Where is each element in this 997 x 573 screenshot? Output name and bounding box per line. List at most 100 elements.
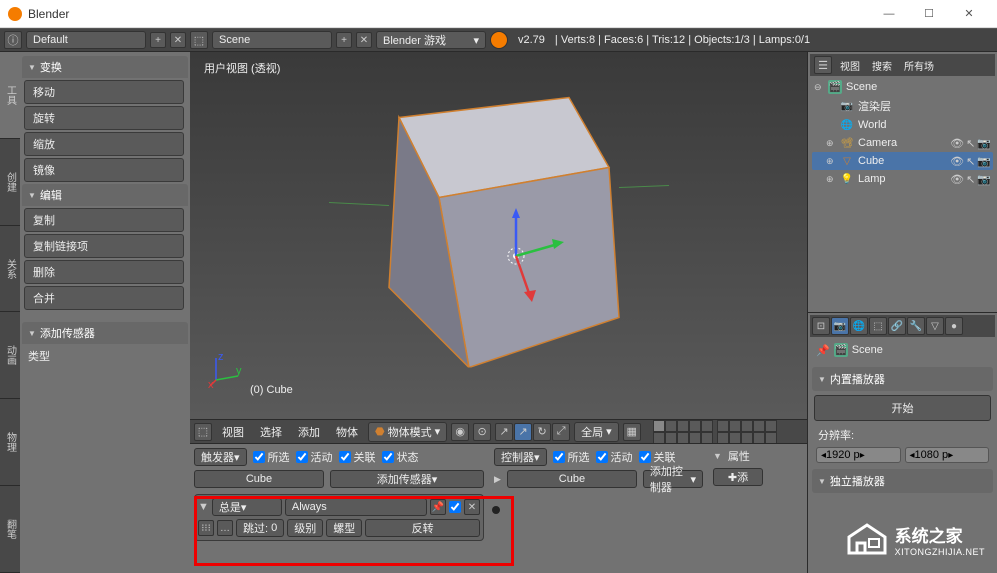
- rotate-button[interactable]: 旋转: [24, 106, 184, 130]
- manipulator-rotate-icon[interactable]: ↻: [533, 423, 551, 441]
- remove-scene-button[interactable]: ✕: [356, 32, 372, 48]
- join-button[interactable]: 合并: [24, 286, 184, 310]
- section-player[interactable]: 内置播放器: [812, 367, 993, 391]
- controllers-dropdown[interactable]: 控制器 ▾: [494, 448, 547, 466]
- scale-button[interactable]: 缩放: [24, 132, 184, 156]
- section-standalone[interactable]: 独立播放器: [812, 469, 993, 493]
- layer-buttons[interactable]: [653, 420, 777, 444]
- tab-grease[interactable]: 翻笔: [0, 486, 20, 573]
- layers-icon[interactable]: ▦: [623, 423, 641, 441]
- breadcrumb-scene[interactable]: Scene: [852, 344, 883, 356]
- pin-icon[interactable]: 📌: [816, 344, 830, 357]
- start-button[interactable]: 开始: [814, 395, 991, 421]
- scene-browse-icon[interactable]: ⬚: [190, 31, 208, 49]
- menu-select[interactable]: 选择: [254, 424, 288, 440]
- cursor-icon[interactable]: ↖: [966, 137, 975, 150]
- tree-renderlayers[interactable]: 📷渲染层: [812, 96, 993, 116]
- tree-cube[interactable]: ⊕▽Cube 👁↖📷: [812, 152, 993, 170]
- transform-manipulator[interactable]: [486, 206, 576, 309]
- maximize-button[interactable]: ☐: [909, 0, 949, 28]
- add-controller-dropdown[interactable]: 添加控制器 ▾: [643, 470, 703, 488]
- add-layout-button[interactable]: +: [150, 32, 166, 48]
- panel-add-sensor-header[interactable]: 添加传感器: [22, 322, 188, 344]
- pivot-icon[interactable]: ⊙: [473, 423, 491, 441]
- ptab-render-icon[interactable]: ⊡: [812, 317, 830, 335]
- 3d-viewport[interactable]: 用户视图 (透视): [190, 52, 807, 419]
- sensors-dropdown[interactable]: 触发器 ▾: [194, 448, 247, 466]
- delete-button[interactable]: 删除: [24, 260, 184, 284]
- cb-sensors-act[interactable]: 活动: [296, 449, 333, 465]
- tab-tools[interactable]: 工具: [0, 52, 20, 139]
- eye-icon[interactable]: 👁: [950, 155, 964, 168]
- tab-relations[interactable]: 关系: [0, 226, 20, 313]
- tab-physics[interactable]: 物理: [0, 399, 20, 486]
- outliner-editor-icon[interactable]: ☰: [814, 56, 832, 74]
- eye-icon[interactable]: 👁: [950, 173, 964, 186]
- ptab-material-icon[interactable]: ●: [945, 317, 963, 335]
- res-width-field[interactable]: ◂ 1920 p ▸: [816, 447, 901, 463]
- cb-sensors-link[interactable]: 关联: [339, 449, 376, 465]
- tree-camera[interactable]: ⊕📽Camera 👁↖📷: [812, 134, 993, 152]
- outliner-menu-search[interactable]: 搜索: [868, 58, 896, 73]
- menu-add[interactable]: 添加: [292, 424, 326, 440]
- screen-layout-field[interactable]: Default: [26, 31, 146, 49]
- outliner-menu-all[interactable]: 所有场: [900, 58, 938, 73]
- ptab-constraints-icon[interactable]: 🔗: [888, 317, 906, 335]
- cursor-icon[interactable]: ↖: [966, 173, 975, 186]
- editor-type-icon[interactable]: ⓘ: [4, 31, 22, 49]
- svg-text:z: z: [218, 352, 224, 363]
- render-icon[interactable]: 📷: [977, 155, 991, 168]
- manipulator-scale-icon[interactable]: ⤢: [552, 423, 570, 441]
- menu-object[interactable]: 物体: [330, 424, 364, 440]
- ptab-data-icon[interactable]: ▽: [926, 317, 944, 335]
- tree-scene[interactable]: ⊖🎬Scene: [812, 78, 993, 96]
- remove-layout-button[interactable]: ✕: [170, 32, 186, 48]
- close-button[interactable]: ✕: [949, 0, 989, 28]
- expand-ctrl-icon[interactable]: ▶: [494, 474, 501, 485]
- minimize-button[interactable]: —: [869, 0, 909, 28]
- manipulator-toggle-icon[interactable]: ↗: [495, 423, 513, 441]
- expand-props-icon[interactable]: ▼: [713, 451, 722, 461]
- window-title: Blender: [28, 7, 869, 21]
- ptab-world-icon[interactable]: 🌐: [850, 317, 868, 335]
- add-property-button[interactable]: ✚ 添: [713, 468, 763, 486]
- viewport-header: ⬚ 视图 选择 添加 物体 ⬣物体模式▾ ◉ ⊙ ↗ ↗ ↻ ⤢ 全局▾ ▦: [190, 419, 807, 443]
- cursor-icon[interactable]: ↖: [966, 155, 975, 168]
- add-scene-button[interactable]: +: [336, 32, 352, 48]
- tab-create[interactable]: 创建: [0, 139, 20, 226]
- manipulator-translate-icon[interactable]: ↗: [514, 423, 532, 441]
- cb-ctrl-sel[interactable]: 所选: [553, 449, 590, 465]
- duplicate-linked-button[interactable]: 复制链接项: [24, 234, 184, 258]
- version-label: v2.79: [518, 34, 545, 46]
- add-sensor-dropdown[interactable]: 添加传感器 ▾: [330, 470, 484, 488]
- outliner-menu-view[interactable]: 视图: [836, 58, 864, 73]
- ptab-object-icon[interactable]: ⬚: [869, 317, 887, 335]
- render-icon[interactable]: 📷: [977, 173, 991, 186]
- res-height-field[interactable]: ◂ 1080 p ▸: [905, 447, 990, 463]
- controller-owner: Cube: [507, 470, 637, 488]
- orientation-dropdown[interactable]: 全局▾: [574, 422, 619, 442]
- mirror-button[interactable]: 镜像: [24, 158, 184, 182]
- tab-animation[interactable]: 动画: [0, 312, 20, 399]
- panel-edit-header[interactable]: 编辑: [22, 184, 188, 206]
- tree-lamp[interactable]: ⊕💡Lamp 👁↖📷: [812, 170, 993, 188]
- ptab-modifiers-icon[interactable]: 🔧: [907, 317, 925, 335]
- panel-transform-header[interactable]: 变换: [22, 56, 188, 78]
- scene-field[interactable]: Scene: [212, 31, 332, 49]
- translate-button[interactable]: 移动: [24, 80, 184, 104]
- sensor-owner: Cube: [194, 470, 324, 488]
- eye-icon[interactable]: 👁: [950, 137, 964, 150]
- cb-sensors-state[interactable]: 状态: [382, 449, 419, 465]
- mode-dropdown[interactable]: ⬣物体模式▾: [368, 422, 447, 442]
- tree-world[interactable]: 🌐World: [812, 116, 993, 134]
- ptab-scene-icon[interactable]: 📷: [831, 317, 849, 335]
- sensor-output-socket[interactable]: [492, 506, 500, 514]
- menu-view[interactable]: 视图: [216, 424, 250, 440]
- render-engine-dropdown[interactable]: Blender 游戏▾: [376, 31, 486, 49]
- render-icon[interactable]: 📷: [977, 137, 991, 150]
- viewport-editor-icon[interactable]: ⬚: [194, 423, 212, 441]
- cb-ctrl-act[interactable]: 活动: [596, 449, 633, 465]
- cb-sensors-sel[interactable]: 所选: [253, 449, 290, 465]
- shading-solid-icon[interactable]: ◉: [451, 423, 469, 441]
- duplicate-button[interactable]: 复制: [24, 208, 184, 232]
